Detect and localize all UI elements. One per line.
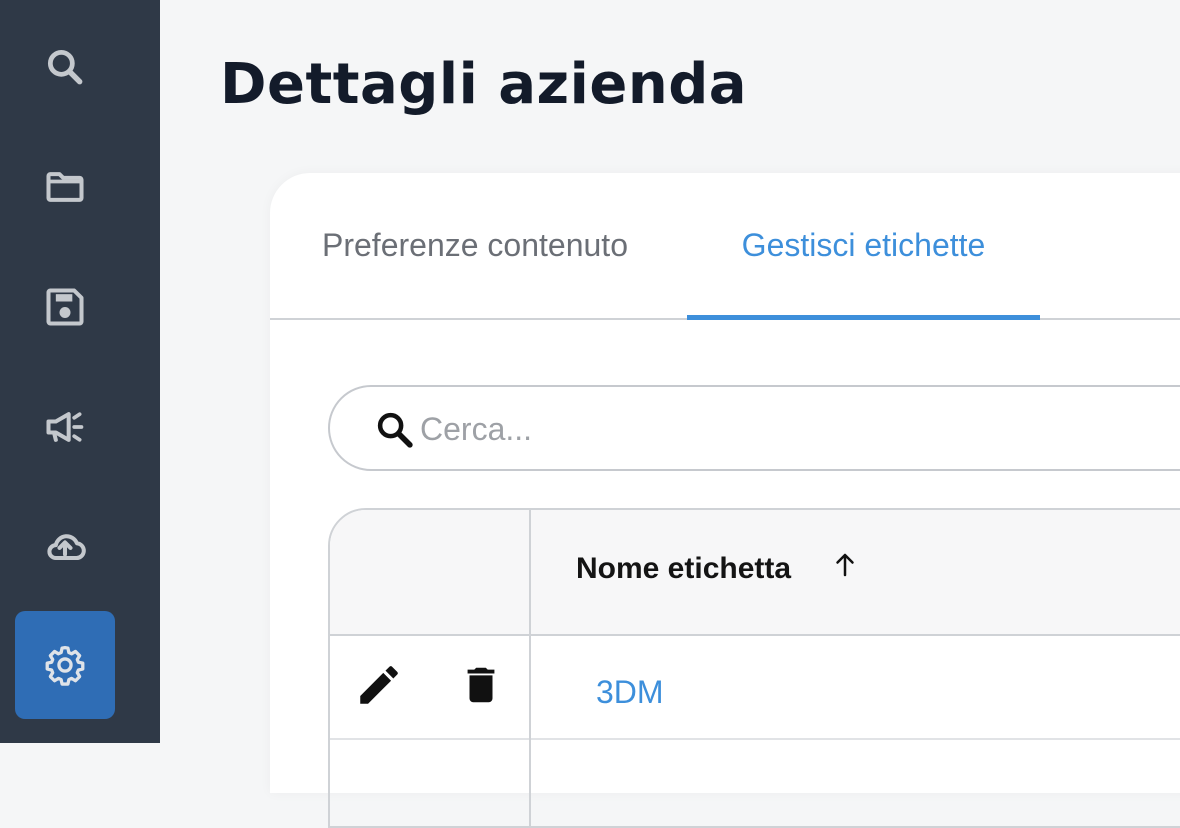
search-input[interactable] — [420, 407, 1120, 451]
label-name-link[interactable]: 3DM — [596, 674, 664, 711]
edit-icon[interactable] — [354, 660, 404, 710]
page-title: Dettagli azienda — [220, 52, 748, 117]
trash-icon[interactable] — [458, 660, 504, 710]
table-header: Nome etichetta — [330, 510, 1180, 636]
cloud-upload-icon — [47, 534, 86, 561]
search-box — [328, 385, 1180, 471]
labels-table: Nome etichetta 3DM — [328, 508, 1180, 828]
save-icon — [46, 288, 84, 326]
column-divider — [529, 510, 531, 826]
sidebar — [0, 0, 160, 743]
sort-ascending-icon[interactable] — [830, 550, 860, 580]
tab-manage-labels[interactable]: Gestisci etichette — [687, 173, 1040, 320]
nav-folder[interactable] — [15, 133, 115, 241]
nav-upload[interactable] — [15, 493, 115, 601]
tab-content-preferences[interactable]: Preferenze contenuto — [270, 173, 680, 318]
megaphone-icon — [46, 412, 84, 442]
nav-announcements[interactable] — [15, 373, 115, 481]
nav-settings[interactable] — [15, 611, 115, 719]
folder-icon — [46, 172, 84, 202]
column-header-label-name[interactable]: Nome etichetta — [576, 552, 791, 586]
search-icon — [374, 409, 416, 451]
table-row: 3DM — [330, 634, 1180, 740]
nav-save[interactable] — [15, 253, 115, 361]
tab-bar: Preferenze contenuto Gestisci etichette — [270, 173, 1180, 320]
gear-icon — [45, 645, 85, 686]
nav-search[interactable] — [15, 13, 115, 121]
content-card: Preferenze contenuto Gestisci etichette … — [270, 173, 1180, 828]
search-icon — [47, 49, 83, 85]
